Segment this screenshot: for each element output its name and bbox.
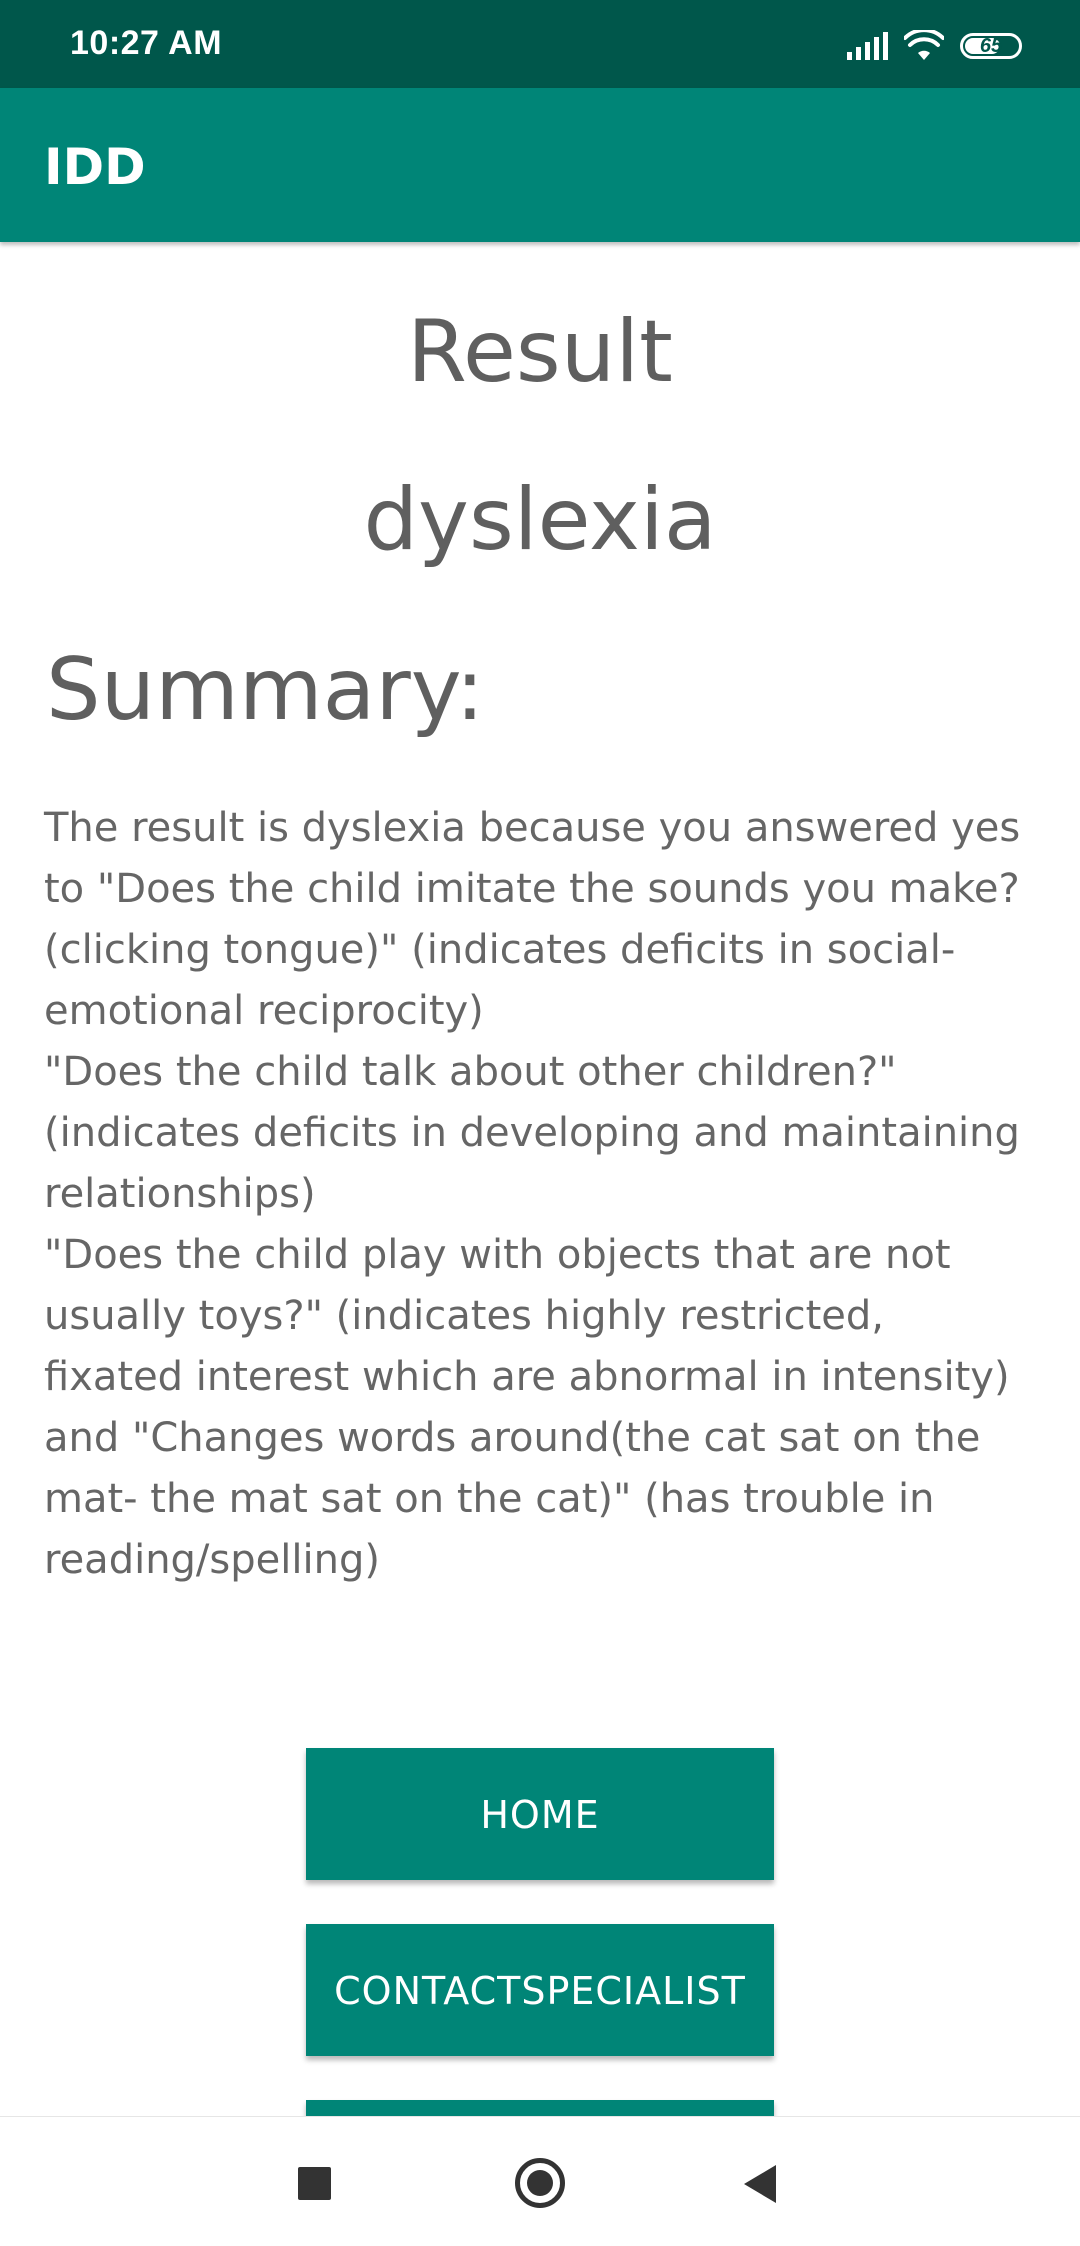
app-title: IDD bbox=[44, 138, 146, 196]
status-icons: 65 bbox=[847, 28, 1022, 64]
battery-icon: 65 bbox=[960, 33, 1022, 59]
back-icon[interactable] bbox=[744, 2165, 776, 2203]
summary-heading: Summary: bbox=[46, 640, 485, 740]
battery-level: 65 bbox=[979, 34, 1003, 57]
home-icon[interactable] bbox=[515, 2158, 565, 2208]
wifi-icon bbox=[904, 30, 944, 60]
summary-text: The result is dyslexia because you answe… bbox=[44, 805, 1021, 1583]
screen: 10:27 AM 65 IDD Result dyslexia Summary:… bbox=[0, 0, 1080, 2246]
status-time: 10:27 AM bbox=[70, 24, 223, 62]
result-value: dyslexia bbox=[363, 470, 717, 570]
result-content[interactable]: Result dyslexia Summary: The result is d… bbox=[0, 242, 1080, 2116]
status-bar: 10:27 AM 65 bbox=[0, 0, 1080, 88]
home-button[interactable]: HOME bbox=[306, 1748, 774, 1880]
contact-specialist-button[interactable]: CONTACTSPECIALIST bbox=[306, 1924, 774, 2056]
navigation-bar bbox=[0, 2116, 1080, 2246]
partially-visible-button[interactable] bbox=[306, 2100, 774, 2116]
app-bar: IDD bbox=[0, 88, 1080, 242]
recents-icon[interactable] bbox=[298, 2167, 331, 2200]
result-title: Result bbox=[407, 302, 673, 402]
signal-icon bbox=[847, 32, 888, 60]
